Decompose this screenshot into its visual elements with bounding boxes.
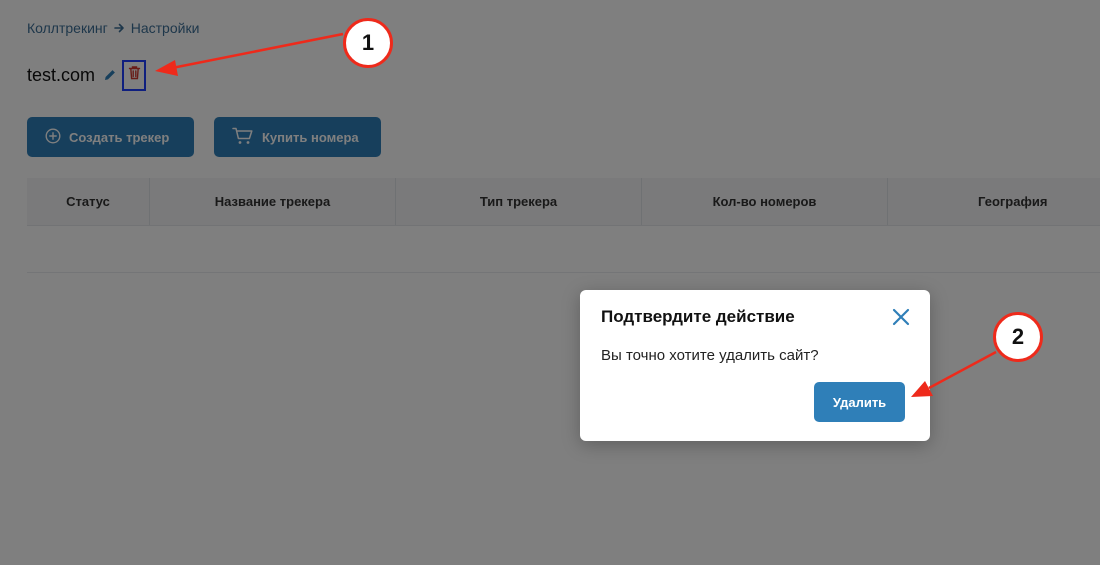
dialog-title: Подтвердите действие (601, 307, 795, 326)
confirm-delete-button[interactable]: Удалить (814, 382, 905, 422)
dialog-message: Вы точно хотите удалить сайт? (601, 347, 819, 364)
modal-backdrop[interactable] (0, 0, 1100, 565)
confirm-dialog: Подтвердите действие Вы точно хотите уда… (580, 290, 930, 441)
close-icon[interactable] (890, 306, 912, 328)
